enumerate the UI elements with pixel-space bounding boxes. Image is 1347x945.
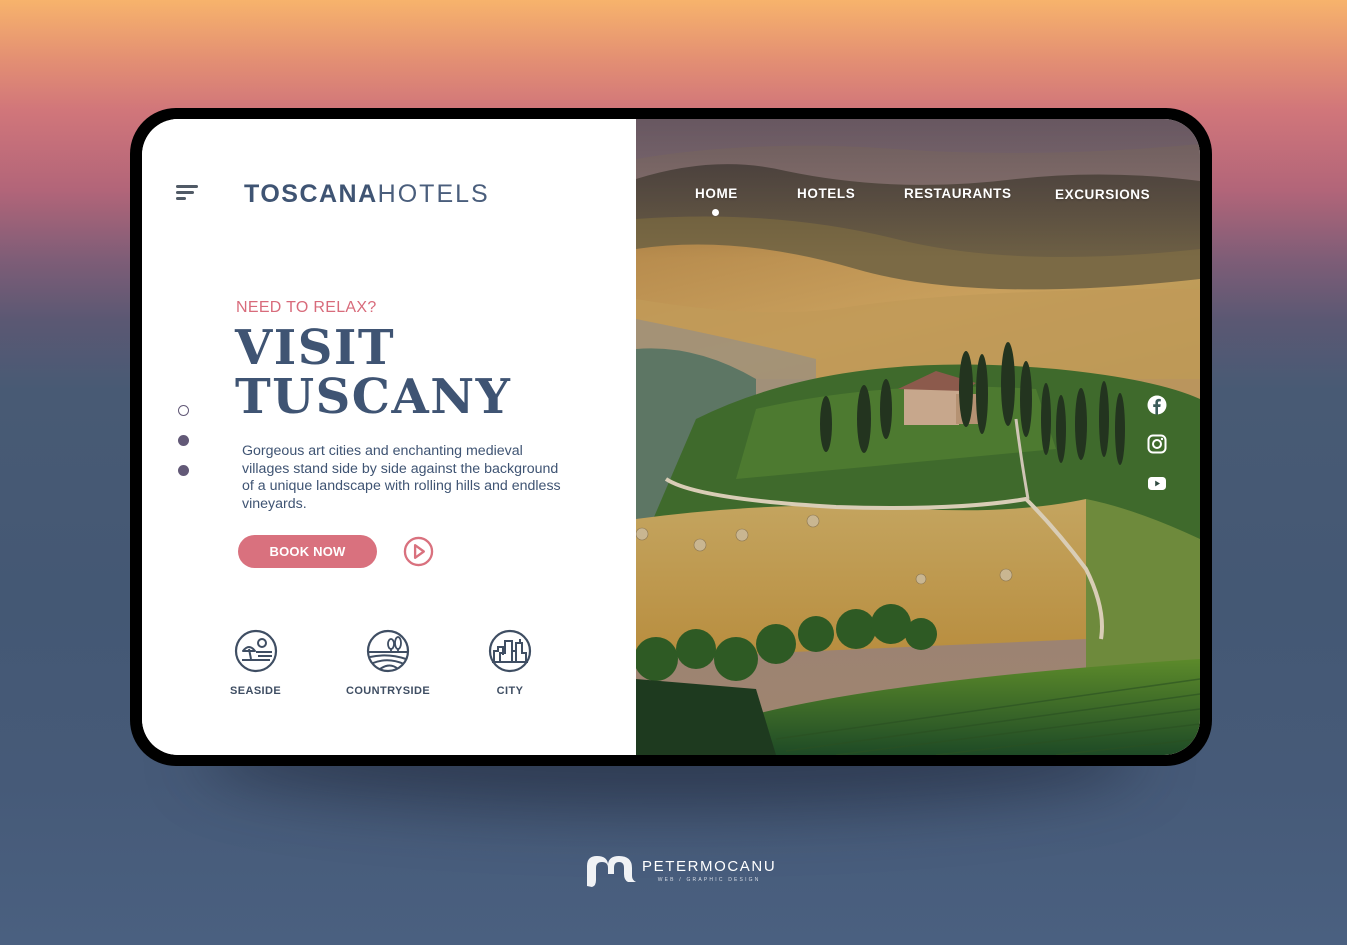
slider-dot-2[interactable] <box>178 435 189 446</box>
facebook-link[interactable] <box>1147 395 1167 415</box>
youtube-icon <box>1148 477 1166 490</box>
hamburger-menu-icon[interactable] <box>176 185 200 203</box>
website-screen: TOSCANAHOTELS NEED TO RELAX? VISIT TUSCA… <box>142 119 1200 755</box>
category-label: SEASIDE <box>230 685 282 697</box>
category-label: CITY <box>496 685 524 697</box>
play-video-button[interactable] <box>403 536 434 567</box>
left-panel: TOSCANAHOTELS NEED TO RELAX? VISIT TUSCA… <box>142 119 636 755</box>
hero-title-line-1: VISIT <box>235 320 396 376</box>
hero-description: Gorgeous art cities and enchanting medie… <box>242 443 561 512</box>
instagram-icon <box>1147 434 1167 454</box>
city-icon <box>488 629 532 673</box>
logo-light-text: HOTELS <box>377 180 490 208</box>
tuscany-landscape-image <box>636 119 1200 755</box>
nav-active-indicator <box>712 209 719 216</box>
designer-name: PETERMOCANU <box>642 857 777 875</box>
slider-dot-3[interactable] <box>178 465 189 476</box>
nav-restaurants[interactable]: RESTAURANTS <box>904 186 1012 201</box>
countryside-icon <box>366 629 410 673</box>
nav-home[interactable]: HOME <box>695 186 738 201</box>
book-now-button[interactable]: BOOK NOW <box>238 535 377 568</box>
hero-eyebrow: NEED TO RELAX? <box>236 299 377 316</box>
designer-tagline: WEB / GRAPHIC DESIGN <box>657 876 761 883</box>
youtube-link[interactable] <box>1147 473 1167 493</box>
designer-logo-icon <box>587 856 636 887</box>
hero-title-line-2: TUSCANY <box>235 369 512 425</box>
seaside-icon <box>234 629 277 673</box>
logo-bold-text: TOSCANA <box>244 180 378 208</box>
slider-dot-1[interactable] <box>178 405 189 416</box>
play-circle-icon <box>403 536 434 567</box>
category-city[interactable]: CITY <box>488 629 532 697</box>
facebook-icon <box>1147 395 1167 415</box>
category-seaside[interactable]: SEASIDE <box>230 629 281 697</box>
instagram-link[interactable] <box>1147 434 1167 454</box>
hero-image-panel: HOME HOTELS RESTAURANTS EXCURSIONS <box>636 119 1200 755</box>
tablet-device-frame: TOSCANAHOTELS NEED TO RELAX? VISIT TUSCA… <box>130 108 1212 766</box>
hero-title: VISIT TUSCANY <box>235 324 511 422</box>
category-countryside[interactable]: COUNTRYSIDE <box>346 629 430 697</box>
designer-signature: PETERMOCANU WEB / GRAPHIC DESIGN <box>584 852 776 888</box>
site-logo[interactable]: TOSCANAHOTELS <box>244 180 490 209</box>
nav-excursions[interactable]: EXCURSIONS <box>1055 187 1150 202</box>
category-label: COUNTRYSIDE <box>346 685 431 697</box>
nav-hotels[interactable]: HOTELS <box>797 186 855 201</box>
